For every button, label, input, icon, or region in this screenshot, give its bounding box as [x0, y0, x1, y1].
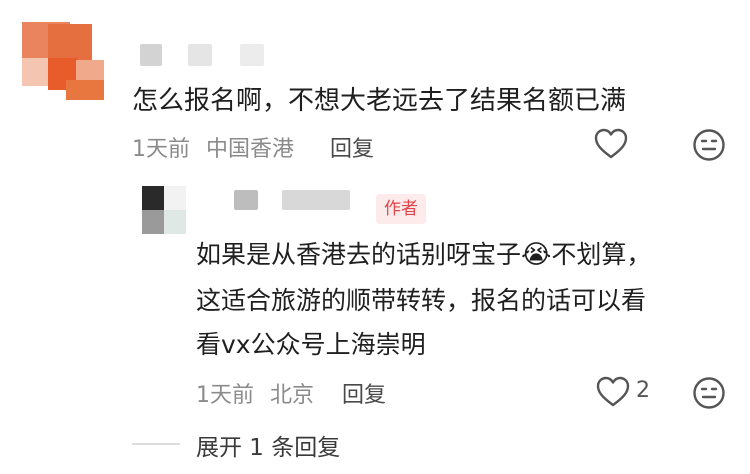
heart-icon[interactable] [596, 376, 630, 408]
reply-username-blurred-part [282, 190, 350, 210]
expand-divider [132, 443, 180, 445]
reply-avatar[interactable] [142, 186, 186, 234]
reply-username-blurred[interactable] [234, 190, 258, 210]
reply-time: 1天前 [196, 383, 254, 408]
neutral-face-icon[interactable] [692, 128, 726, 162]
author-tag: 作者 [376, 194, 426, 224]
comment-text: 怎么报名啊，不想大老远去了结果名额已满 [132, 86, 627, 116]
reply-button[interactable]: 回复 [330, 131, 374, 163]
neutral-face-icon[interactable] [692, 376, 726, 410]
expand-replies-button[interactable]: 展开 1 条回复 [196, 428, 340, 462]
avatar[interactable] [22, 22, 106, 100]
reply-text-part: 不划算， [551, 240, 652, 269]
reply-location: 北京 [270, 383, 315, 408]
username-blurred[interactable] [140, 44, 162, 66]
like-count: 2 [636, 378, 650, 403]
heart-icon[interactable] [594, 128, 628, 160]
comment-location: 中国香港 [206, 137, 295, 162]
reply-reply-button[interactable]: 回复 [342, 377, 386, 409]
reply-text-line-2: 这适合旅游的顺带转转，报名的话可以看 [196, 286, 647, 315]
reply-text-line-1: 如果是从香港去的话别呀宝子😭不划算， [196, 232, 651, 278]
reply-text-line-3: 看vx公众号上海崇明 [196, 330, 426, 359]
crying-emoji-icon: 😭 [521, 240, 552, 270]
comment-time: 1天前 [132, 137, 190, 162]
username-blurred-part [240, 44, 264, 66]
username-blurred-part [188, 44, 212, 66]
reply-text-part: 如果是从香港去的话别呀宝子 [196, 240, 522, 269]
